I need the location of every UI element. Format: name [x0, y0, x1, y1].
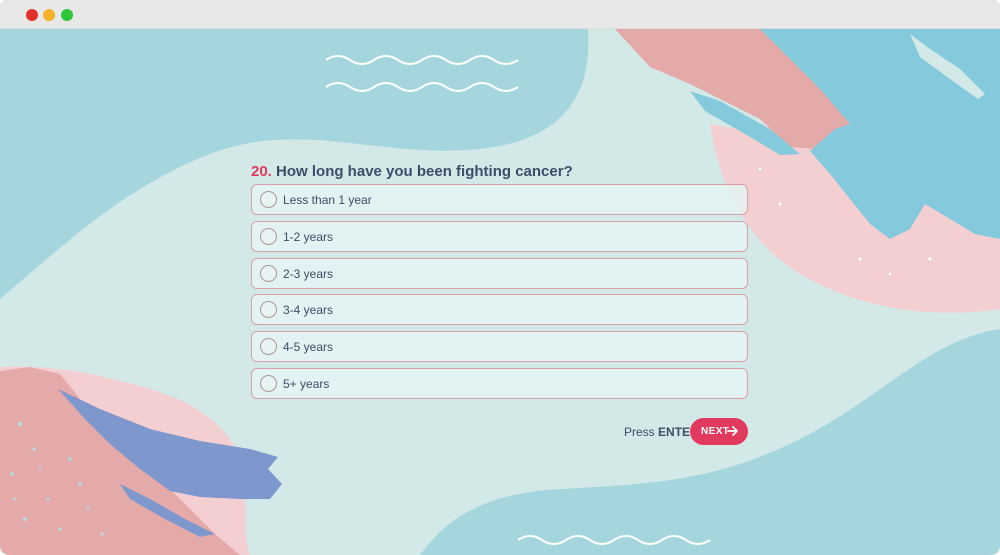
press-enter-hint: Press ENTER	[624, 425, 699, 439]
option-label: 5+ years	[283, 377, 330, 391]
option-4-5-years[interactable]: 4-5 years	[251, 331, 748, 362]
maximize-dot-icon[interactable]	[61, 9, 73, 21]
survey-canvas: 20. How long have you been fighting canc…	[0, 29, 1000, 555]
option-less-than-1-year[interactable]: Less than 1 year	[251, 184, 748, 215]
radio-circle-icon[interactable]	[260, 191, 277, 208]
radio-circle-icon[interactable]	[260, 301, 277, 318]
browser-window: 20. How long have you been fighting canc…	[0, 0, 1000, 555]
minimize-dot-icon[interactable]	[43, 9, 55, 21]
close-dot-icon[interactable]	[26, 9, 38, 21]
window-titlebar	[0, 0, 1000, 29]
background-art	[0, 29, 1000, 555]
option-label: 2-3 years	[283, 267, 334, 281]
option-label: 1-2 years	[283, 230, 334, 244]
arrow-right-icon	[727, 426, 738, 436]
option-2-3-years[interactable]: 2-3 years	[251, 258, 748, 289]
option-1-2-years[interactable]: 1-2 years	[251, 221, 748, 252]
radio-circle-icon[interactable]	[260, 338, 277, 355]
radio-circle-icon[interactable]	[260, 265, 277, 282]
next-button-label: NEXT	[701, 426, 730, 437]
hint-press: Press	[624, 425, 655, 439]
option-label: Less than 1 year	[283, 193, 372, 207]
option-label: 3-4 years	[283, 303, 334, 317]
question-text: How long have you been fighting cancer?	[276, 163, 573, 180]
next-button[interactable]: NEXT	[690, 418, 748, 445]
radio-circle-icon[interactable]	[260, 375, 277, 392]
option-5-plus-years[interactable]: 5+ years	[251, 368, 748, 399]
option-label: 4-5 years	[283, 340, 334, 354]
question-number: 20.	[251, 163, 272, 180]
option-3-4-years[interactable]: 3-4 years	[251, 294, 748, 325]
radio-circle-icon[interactable]	[260, 228, 277, 245]
question-title: 20. How long have you been fighting canc…	[251, 163, 573, 180]
